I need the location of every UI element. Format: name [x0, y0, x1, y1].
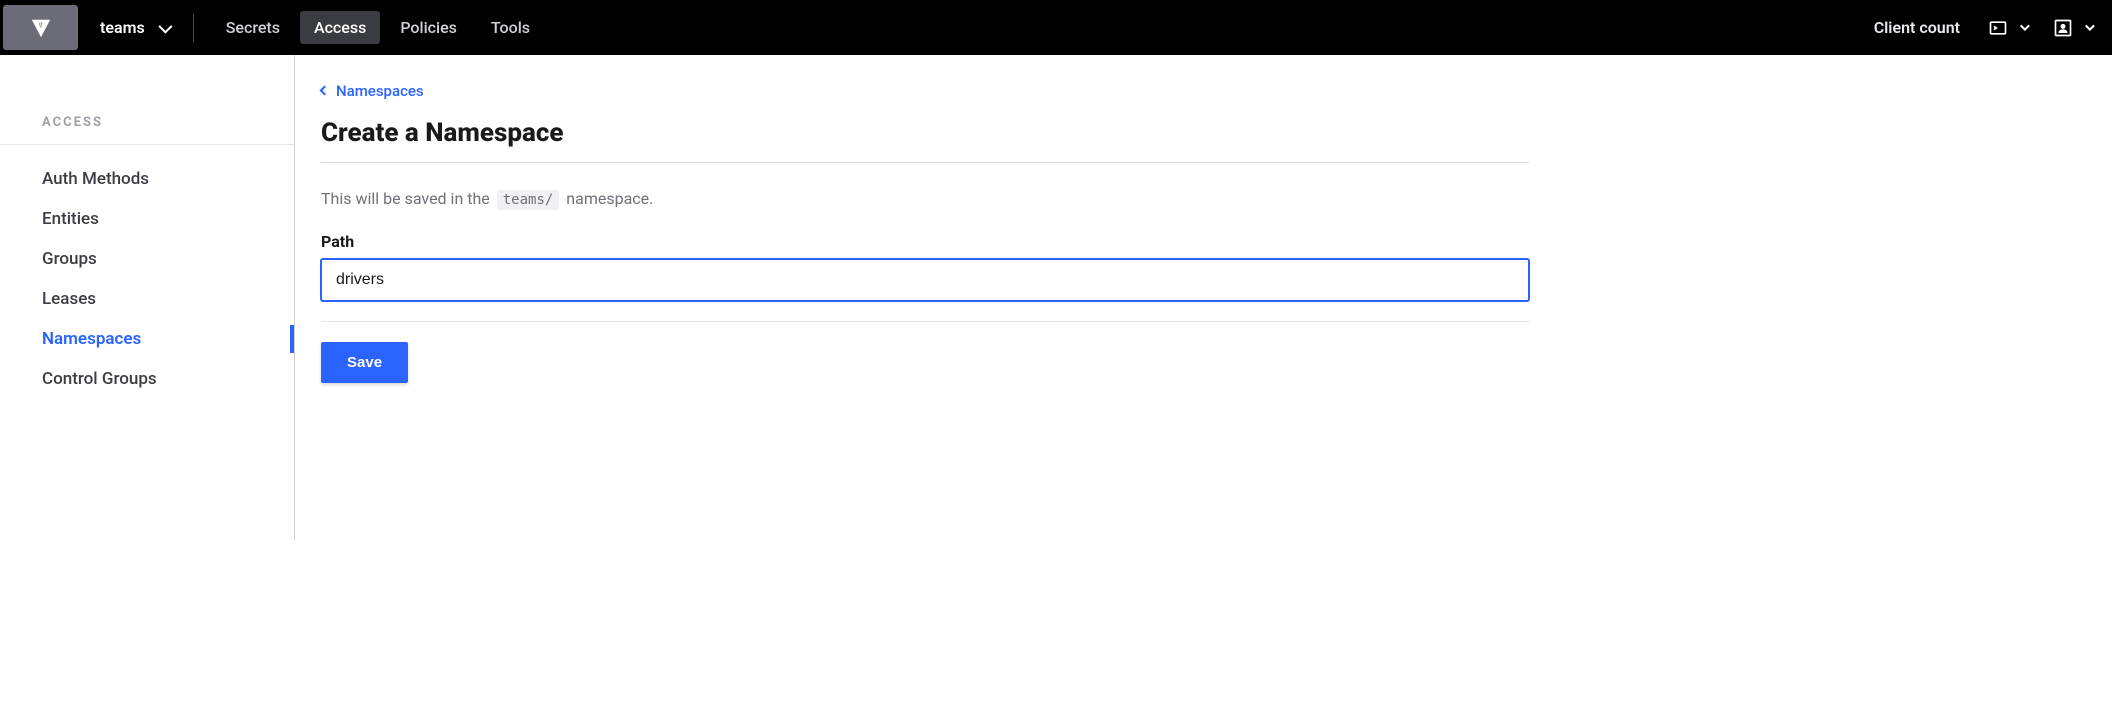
save-location-help: This will be saved in the teams/ namespa… [321, 189, 1529, 210]
chevron-down-icon [158, 19, 172, 33]
terminal-icon [1988, 18, 2008, 38]
page-title: Create a Namespace [321, 118, 1529, 163]
help-prefix: This will be saved in the [321, 189, 494, 208]
chevron-left-icon [320, 86, 330, 96]
sidebar-item-entities[interactable]: Entities [0, 199, 294, 239]
nav-links: Secrets Access Policies Tools [212, 11, 544, 44]
breadcrumb-namespaces[interactable]: Namespaces [321, 82, 424, 100]
path-input[interactable] [321, 259, 1529, 301]
path-label: Path [321, 232, 1529, 251]
breadcrumb-label: Namespaces [336, 82, 424, 100]
sidebar-header: ACCESS [0, 115, 294, 145]
top-navbar: teams Secrets Access Policies Tools Clie… [0, 0, 2112, 55]
user-dropdown[interactable] [2045, 14, 2100, 42]
chevron-down-icon [2020, 21, 2030, 31]
namespace-chip: teams/ [497, 190, 560, 210]
sidebar-item-auth-methods[interactable]: Auth Methods [0, 159, 294, 199]
sidebar-item-namespaces[interactable]: Namespaces [0, 319, 294, 359]
nav-divider [193, 14, 194, 42]
help-suffix: namespace. [566, 189, 653, 208]
namespace-switcher-label: teams [100, 18, 145, 37]
client-count-link[interactable]: Client count [1874, 18, 1960, 37]
vault-logo-icon [30, 17, 52, 39]
chevron-down-icon [2085, 21, 2095, 31]
save-button[interactable]: Save [321, 342, 408, 383]
sidebar: ACCESS Auth Methods Entities Groups Leas… [0, 55, 295, 540]
console-dropdown[interactable] [1980, 14, 2035, 42]
nav-link-policies[interactable]: Policies [386, 11, 471, 44]
user-icon [2053, 18, 2073, 38]
vault-logo[interactable] [3, 5, 78, 50]
main-panel: Namespaces Create a Namespace This will … [295, 55, 1555, 540]
namespace-switcher[interactable]: teams [92, 18, 177, 37]
nav-link-access[interactable]: Access [300, 11, 380, 44]
sidebar-item-control-groups[interactable]: Control Groups [0, 359, 294, 399]
nav-link-tools[interactable]: Tools [477, 11, 544, 44]
sidebar-item-groups[interactable]: Groups [0, 239, 294, 279]
form-divider [321, 321, 1529, 322]
nav-right: Client count [1874, 14, 2100, 42]
sidebar-item-leases[interactable]: Leases [0, 279, 294, 319]
nav-link-secrets[interactable]: Secrets [212, 11, 294, 44]
content-area: ACCESS Auth Methods Entities Groups Leas… [0, 55, 2112, 540]
